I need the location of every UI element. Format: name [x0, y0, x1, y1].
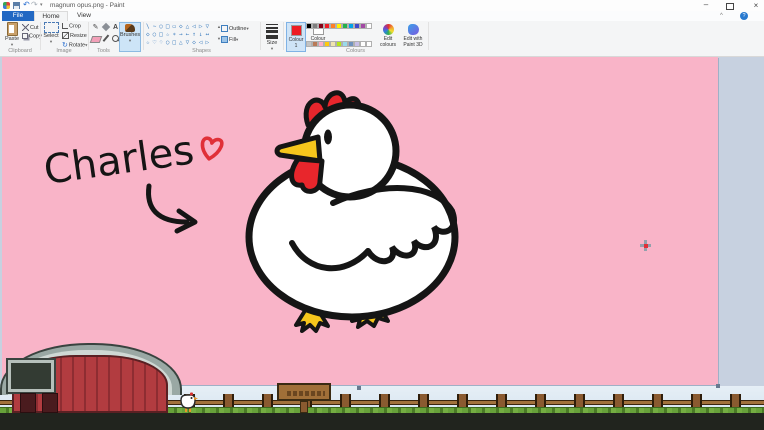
palette-swatch[interactable]: [342, 23, 348, 29]
heart-doodle: [196, 133, 228, 165]
wallpaper-barn: [0, 343, 186, 413]
palette-swatch[interactable]: [336, 23, 342, 29]
palette-empty-swatch[interactable]: [360, 41, 366, 47]
title-bar: ↶ ↷ ▾ magnum opus.png - Paint – ×: [0, 0, 764, 11]
paint3d-icon: [408, 24, 419, 35]
palette-empty-swatch[interactable]: [366, 41, 372, 47]
brushes-button[interactable]: Brushes ▾: [119, 22, 141, 52]
palette-swatch[interactable]: [366, 23, 372, 29]
colour1-swatch: [291, 25, 302, 36]
palette-swatch[interactable]: [312, 23, 318, 29]
resize-icon: [62, 32, 69, 39]
palette-swatch[interactable]: [336, 41, 342, 47]
close-button[interactable]: ×: [748, 1, 764, 10]
workspace: Charles: [0, 57, 764, 390]
palette-swatch[interactable]: [318, 23, 324, 29]
save-icon[interactable]: [13, 2, 20, 9]
sign-board: [277, 383, 331, 401]
group-label-tools: Tools: [88, 48, 119, 55]
select-dropdown-icon[interactable]: ▾: [42, 39, 60, 45]
ribbon: Paste ▾ Cut Copy Clipboard Select ▾ Crop…: [0, 21, 764, 57]
palette-swatch[interactable]: [330, 23, 336, 29]
edit-colours-icon: [383, 24, 394, 35]
brushes-dropdown-icon[interactable]: ▾: [120, 38, 140, 44]
palette-swatch[interactable]: [324, 41, 330, 47]
palette-swatch[interactable]: [312, 41, 318, 47]
desktop-screen: ↶ ↷ ▾ magnum opus.png - Paint – × File H…: [0, 0, 764, 430]
group-label-colours: Colours: [283, 48, 428, 55]
shapes-grid-row3[interactable]: ☆♡♢○□△▽◇◁▷: [146, 39, 218, 47]
barn-door: [20, 393, 36, 413]
palette-swatch[interactable]: [330, 41, 336, 47]
paste-icon: [7, 22, 18, 36]
palette-swatch[interactable]: [348, 23, 354, 29]
qat-customize-icon[interactable]: ▾: [40, 2, 43, 8]
cut-button[interactable]: Cut: [22, 24, 39, 31]
canvas-resize-corner-handle[interactable]: [716, 384, 720, 388]
pencil-tool[interactable]: ✎: [91, 23, 100, 32]
palette-swatch[interactable]: [354, 23, 360, 29]
barn-window: [8, 360, 54, 392]
copy-button[interactable]: Copy: [22, 33, 42, 39]
fill-bucket-icon: [101, 23, 109, 31]
group-label-image: Image: [40, 48, 88, 55]
outline-dropdown[interactable]: Outline▾: [221, 25, 257, 32]
group-label-clipboard: Clipboard: [0, 48, 40, 55]
undo-icon[interactable]: ↶: [23, 0, 30, 9]
resize-button[interactable]: Resize: [62, 32, 87, 39]
brush-cursor: [640, 240, 651, 251]
palette-swatch[interactable]: [342, 41, 348, 47]
cut-icon: [22, 24, 29, 31]
chicken-drawing: [240, 85, 470, 335]
tab-home[interactable]: Home: [34, 11, 68, 21]
palette-swatch[interactable]: [324, 23, 330, 29]
wallpaper-sign: [277, 383, 331, 413]
eraser-tool[interactable]: [91, 34, 100, 43]
fill-dropdown[interactable]: Fill▾: [221, 36, 257, 43]
tab-view[interactable]: View: [68, 11, 100, 21]
copy-icon: [22, 33, 28, 39]
collapse-ribbon-icon[interactable]: ^: [720, 13, 723, 19]
palette-swatch[interactable]: [348, 41, 354, 47]
fill-tool[interactable]: [101, 23, 110, 32]
outline-icon: [221, 25, 228, 32]
group-label-shapes: Shapes: [143, 48, 260, 55]
redo-icon[interactable]: ↷: [31, 0, 38, 9]
maximize-button[interactable]: [726, 3, 734, 10]
sign-post: [300, 401, 308, 413]
palette-swatch[interactable]: [360, 23, 366, 29]
paint-logo-icon: [3, 2, 10, 9]
color-picker-tool[interactable]: [101, 34, 110, 43]
palette-swatch[interactable]: [354, 41, 360, 47]
size-icon: [266, 24, 278, 39]
wallpaper-chicken: [178, 392, 198, 413]
palette-swatch[interactable]: [306, 23, 312, 29]
tab-file[interactable]: File: [2, 11, 34, 21]
barn-door: [42, 393, 58, 413]
size-button[interactable]: Size ▾: [263, 22, 281, 52]
paint-window: ↶ ↷ ▾ magnum opus.png - Paint – × File H…: [0, 0, 764, 390]
window-title: magnum opus.png - Paint: [50, 2, 124, 9]
crop-icon: [62, 23, 68, 29]
drawing-canvas[interactable]: Charles: [2, 57, 718, 385]
paste-button[interactable]: Paste ▾: [3, 22, 21, 48]
canvas-resize-bottom-handle[interactable]: [357, 386, 361, 390]
select-icon: [44, 22, 59, 33]
palette-swatch[interactable]: [306, 41, 312, 47]
brush-icon: [125, 24, 135, 32]
shapes-grid-row2[interactable]: ◇○□☆∗→←↑↓↔: [146, 31, 218, 39]
arrow-doodle: [135, 180, 210, 235]
taskbar: Desktop » ^ 17:18 22/09/2025: [0, 413, 764, 430]
minimize-button[interactable]: –: [698, 1, 714, 10]
palette-swatch[interactable]: [318, 41, 324, 47]
magnifier-icon: [112, 35, 119, 42]
shapes-grid-row1[interactable]: \∼○□▭◇△◁▷▽: [146, 23, 218, 31]
help-icon[interactable]: ?: [740, 12, 748, 20]
dropper-icon: [102, 34, 108, 41]
fill-icon: [221, 36, 228, 43]
sign-text-scribble: [287, 391, 325, 396]
crop-button[interactable]: Crop: [62, 23, 81, 29]
select-button[interactable]: Select ▾: [42, 22, 60, 45]
